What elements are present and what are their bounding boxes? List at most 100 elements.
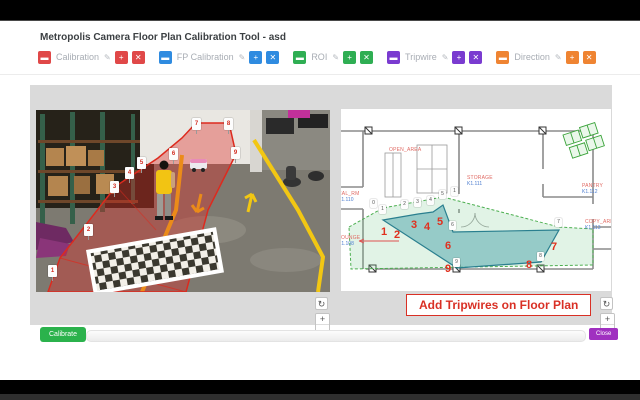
camera-marker-number: 8 [224, 118, 233, 130]
toolbar: ▬Calibration✎+✕▬FP Calibration✎+✕▬ROI✎+✕… [38, 49, 605, 65]
delete-shape-button[interactable]: ✕ [360, 51, 373, 64]
floorplan-marker-9[interactable]: 9 [453, 258, 460, 267]
add-shape-button[interactable]: + [249, 51, 262, 64]
floorplan-zoom-in-button[interactable]: + [601, 314, 614, 325]
camera-marker-7[interactable]: 7 [192, 118, 201, 130]
toolbar-group-label: Tripwire [405, 52, 437, 62]
delete-shape-button[interactable]: ✕ [132, 51, 145, 64]
camera-marker-6[interactable]: 6 [169, 148, 178, 160]
floorplan-marker-1[interactable]: 1 [451, 187, 458, 196]
floorplan-marker-1[interactable]: 1 [379, 205, 386, 214]
close-button[interactable]: Close [589, 328, 618, 340]
camera-view-panel[interactable]: 1 2 345 6 7 8 9 [36, 110, 330, 292]
camera-marker-number: 3 [110, 181, 119, 193]
floorplan-refresh-button[interactable]: ↻ [600, 297, 613, 310]
room-label-copy_area: COPY_AREAK1.113 [585, 219, 612, 231]
floorplan-marker-4[interactable]: 4 [427, 196, 434, 205]
tripwire-number-9: 9 [445, 264, 451, 275]
floorplan-marker-number: 8 [537, 252, 544, 261]
tripwire-number-6: 6 [445, 241, 451, 252]
tripwire-number-7: 7 [551, 242, 557, 253]
floorplan-marker-3[interactable]: 3 [414, 198, 421, 207]
add-shape-button[interactable]: + [115, 51, 128, 64]
shape-toggle-button[interactable]: ▬ [38, 51, 51, 64]
add-tripwires-note: Add Tripwires on Floor Plan [406, 294, 591, 316]
shape-toggle-button[interactable]: ▬ [159, 51, 172, 64]
progress-track [86, 330, 586, 342]
floorplan-marker-8[interactable]: 8 [537, 252, 544, 261]
camera-zoom-in-button[interactable]: + [316, 314, 329, 325]
edit-pencil-icon[interactable]: ✎ [442, 53, 449, 62]
floorplan-marker-5[interactable]: 5 [439, 190, 446, 199]
letterbox-strip [0, 394, 640, 400]
room-label-lounge: LOUNGEK1.108 [340, 235, 360, 247]
floorplan-marker-7[interactable]: 7 [555, 218, 562, 227]
edit-pencil-icon[interactable]: ✎ [555, 53, 562, 62]
tripwire-number-5: 5 [437, 217, 443, 228]
letterbox-top [0, 0, 640, 21]
toolbar-group-fp-calibration: ▬ FP Calibration ✎+ ✕ [159, 51, 280, 64]
camera-marker-number: 2 [84, 224, 93, 236]
room-code: K1.111 [467, 181, 493, 187]
floorplan-marker-number: 7 [555, 218, 562, 227]
camera-marker-number: 7 [192, 118, 201, 130]
shape-toggle-button[interactable]: ▬ [293, 51, 306, 64]
toolbar-group-label: Direction [514, 52, 550, 62]
delete-shape-button[interactable]: ✕ [469, 51, 482, 64]
calibrate-button[interactable]: Calibrate [40, 327, 86, 342]
add-shape-button[interactable]: + [343, 51, 356, 64]
tripwire-number-4: 4 [424, 222, 430, 233]
floorplan-marker-number: 9 [453, 258, 460, 267]
room-code: K1.112 [582, 189, 603, 195]
camera-marker-number: 5 [137, 157, 146, 169]
camera-marker-4[interactable]: 4 [125, 167, 134, 179]
toolbar-group-label: FP Calibration [177, 52, 234, 62]
camera-scene [36, 110, 330, 292]
toolbar-group-label: Calibration [56, 52, 99, 62]
toolbar-group-tripwire: ▬ Tripwire ✎+ ✕ [387, 51, 482, 64]
page-title: Metropolis Camera Floor Plan Calibration… [40, 32, 286, 43]
camera-marker-9[interactable]: 9 [231, 147, 240, 159]
floorplan-marker-number: 5 [439, 190, 446, 199]
add-shape-button[interactable]: + [452, 51, 465, 64]
add-shape-button[interactable]: + [566, 51, 579, 64]
floorplan-marker-number: 6 [449, 221, 456, 230]
camera-marker-3[interactable]: 3 [110, 181, 119, 193]
floorplan-marker-number: 2 [401, 200, 408, 209]
floorplan-marker-2[interactable]: 2 [401, 200, 408, 209]
room-code: K1.110 [340, 197, 359, 203]
edit-pencil-icon[interactable]: ✎ [239, 53, 246, 62]
camera-marker-2[interactable]: 2 [84, 224, 93, 236]
floorplan-marker-number: 1 [379, 205, 386, 214]
bottom-bar: Calibrate Close [0, 326, 640, 348]
edit-pencil-icon[interactable]: ✎ [332, 53, 339, 62]
workspace: 123456789 [30, 85, 612, 325]
floorplan-marker-6[interactable]: 6 [449, 221, 456, 230]
floorplan-drawing [341, 109, 611, 291]
camera-marker-1[interactable]: 1 [48, 265, 57, 277]
room-code: K1.113 [585, 225, 612, 231]
toolbar-group-roi: ▬ROI✎+✕ [293, 51, 373, 64]
room-name: OPEN_AREA [389, 147, 421, 153]
calibration-tool-window: Metropolis Camera Floor Plan Calibration… [0, 21, 640, 380]
camera-marker-number: 9 [231, 147, 240, 159]
delete-shape-button[interactable]: ✕ [583, 51, 596, 64]
floorplan-marker-number: 0 [370, 199, 377, 208]
shape-toggle-button[interactable]: ▬ [496, 51, 509, 64]
camera-marker-5[interactable]: 5 [137, 157, 146, 169]
floorplan-marker-number: 3 [414, 198, 421, 207]
camera-refresh-button[interactable]: ↻ [315, 297, 328, 310]
shape-toggle-button[interactable]: ▬ [387, 51, 400, 64]
floorplan-marker-0[interactable]: 0 [370, 199, 377, 208]
pink-object [288, 110, 310, 118]
room-label-pantry: PANTRYK1.112 [582, 183, 603, 195]
camera-marker-number: 6 [169, 148, 178, 160]
edit-pencil-icon[interactable]: ✎ [104, 53, 111, 62]
room-label-storage: STORAGEK1.111 [467, 175, 493, 187]
camera-marker-8[interactable]: 8 [224, 118, 233, 130]
tripwire-number-1: 1 [381, 227, 387, 238]
floorplan-panel[interactable]: OPEN_AREA STORAGEK1.111 PANTRYK1.112 COPY_A… [340, 108, 612, 292]
camera-marker-number: 1 [48, 265, 57, 277]
tripwire-number-8: 8 [526, 260, 532, 271]
delete-shape-button[interactable]: ✕ [266, 51, 279, 64]
